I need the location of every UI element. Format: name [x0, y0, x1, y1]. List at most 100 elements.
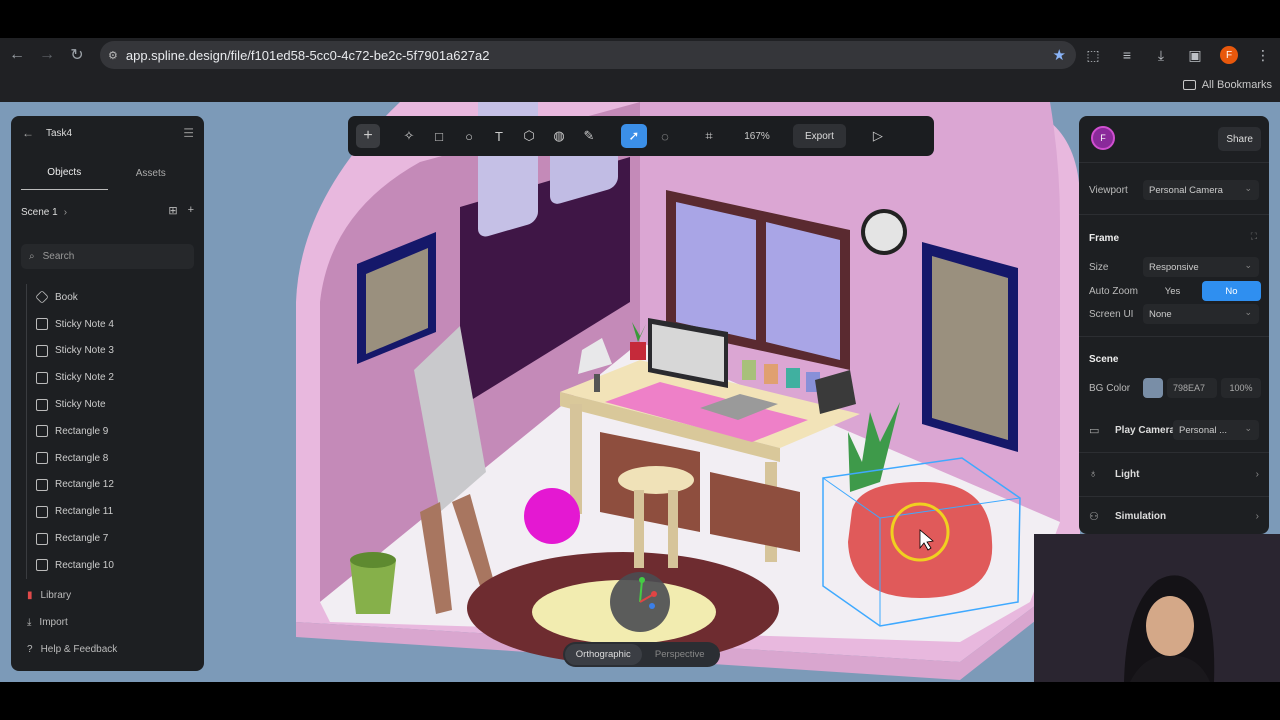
grid-icon[interactable]: ⊞	[168, 204, 177, 217]
download-icon[interactable]: ⤓	[1144, 38, 1178, 72]
cube-tool-icon[interactable]: ⬡	[517, 124, 541, 148]
site-info-icon[interactable]: ⚙	[108, 49, 118, 62]
list-item[interactable]: Sticky Note 2	[23, 364, 193, 391]
swatch-3	[786, 368, 800, 388]
list-item[interactable]: Rectangle 7	[23, 525, 193, 552]
search-input[interactable]: ⌕ Search	[21, 244, 194, 269]
viewport-select[interactable]: Personal Camera ⌄	[1143, 180, 1259, 200]
swatch-1	[742, 360, 756, 380]
frame-resize-icon[interactable]: ⛶	[1251, 231, 1257, 242]
text-tool-icon[interactable]: T	[487, 124, 511, 148]
list-item[interactable]: Sticky Note 4	[23, 310, 193, 338]
scene-label: Scene 1	[21, 206, 58, 218]
list-item[interactable]: Rectangle 8	[23, 444, 193, 472]
play-icon[interactable]: ▷	[866, 124, 890, 148]
library-icon: ▮	[27, 589, 33, 601]
list-item[interactable]: Sticky Note 3	[23, 337, 193, 365]
orthographic-option[interactable]: Orthographic	[565, 644, 642, 665]
bg-opacity-input[interactable]: 100%	[1221, 378, 1261, 398]
pen-tool-icon[interactable]: ✎	[577, 124, 601, 148]
bookmarks-bar: All Bookmarks	[0, 72, 1280, 102]
left-panel: ← Task4 ☰ Objects Assets Scene 1 › ⊞ + ⌕…	[11, 116, 204, 671]
profile-avatar[interactable]: F	[1212, 38, 1246, 72]
file-name[interactable]: Task4	[46, 128, 72, 139]
play-camera-select[interactable]: Personal ... ⌄	[1173, 420, 1259, 440]
rectangle-icon	[36, 425, 48, 438]
sphere-tool-icon[interactable]: ◍	[547, 124, 571, 148]
help-link[interactable]: ? Help & Feedback	[27, 640, 197, 658]
bookmark-star-icon[interactable]: ★	[1053, 46, 1066, 64]
add-icon[interactable]: +	[188, 204, 194, 217]
perspective-option[interactable]: Perspective	[642, 644, 719, 665]
import-label: Import	[39, 616, 68, 628]
all-bookmarks[interactable]: All Bookmarks	[1182, 79, 1272, 91]
media-icon[interactable]: ≡	[1110, 38, 1144, 72]
auto-zoom-toggle: Yes No	[1143, 281, 1261, 301]
url-text: app.spline.design/file/f101ed58-5cc0-4c7…	[125, 47, 490, 63]
object-label: Sticky Note 2	[55, 372, 114, 384]
export-button[interactable]: Export	[793, 124, 846, 148]
size-label: Size	[1089, 261, 1109, 273]
add-object-button[interactable]: +	[356, 124, 380, 148]
list-item[interactable]: Rectangle 10	[23, 551, 193, 579]
rectangle-icon	[36, 452, 48, 465]
more-menu-icon[interactable]: ⋮	[1246, 38, 1280, 72]
browser-toolbar: ← → ↻ ⚙ app.spline.design/file/f101ed58-…	[0, 38, 1280, 72]
auto-zoom-yes[interactable]: Yes	[1143, 281, 1202, 301]
auto-zoom-no[interactable]: No	[1202, 281, 1261, 301]
scene-selector[interactable]: Scene 1 › ⊞ +	[21, 202, 194, 222]
select-tool-icon[interactable]: ➚	[621, 124, 647, 148]
left-panel-header: ← Task4 ☰	[11, 116, 204, 150]
list-item[interactable]: Rectangle 11	[23, 498, 193, 525]
import-link[interactable]: ⤓ Import	[27, 613, 197, 631]
share-button[interactable]: Share	[1218, 127, 1261, 151]
clock-face	[865, 213, 903, 251]
object-label: Sticky Note 4	[55, 318, 114, 330]
gizmo-y-dot	[639, 577, 645, 583]
simulation-section[interactable]: ⚇ Simulation ›	[1089, 506, 1261, 526]
reload-icon[interactable]: ↻	[62, 40, 92, 70]
comment-icon[interactable]: ◌	[653, 124, 677, 148]
forward-icon[interactable]: →	[32, 40, 62, 70]
address-bar[interactable]: ⚙ app.spline.design/file/f101ed58-5cc0-4…	[100, 41, 1076, 69]
list-item[interactable]: Sticky Note	[23, 391, 193, 418]
zoom-level[interactable]: 167%	[727, 124, 787, 148]
help-label: Help & Feedback	[40, 643, 118, 655]
bottom-letterbox	[0, 682, 1280, 720]
divider	[1079, 496, 1269, 497]
list-item[interactable]: Book	[23, 284, 193, 311]
sidepanel-icon[interactable]: ▣	[1178, 38, 1212, 72]
tab-objects[interactable]: Objects	[21, 156, 108, 190]
chevron-down-icon: ⌄	[1244, 183, 1252, 193]
size-value: Responsive	[1149, 261, 1199, 273]
rectangle-tool-icon[interactable]: □	[427, 124, 451, 148]
frame-camera-icon[interactable]: ⌗	[697, 124, 721, 148]
tab-assets[interactable]: Assets	[108, 156, 195, 190]
ai-sparkle-icon[interactable]: ✧	[397, 124, 421, 148]
hamburger-menu-icon[interactable]: ☰	[183, 126, 194, 140]
gizmo-x-dot	[651, 591, 657, 597]
bg-color-swatch[interactable]	[1143, 378, 1163, 398]
screen: ← → ↻ ⚙ app.spline.design/file/f101ed58-…	[0, 0, 1280, 720]
ellipse-tool-icon[interactable]: ○	[457, 124, 481, 148]
back-icon[interactable]: ←	[2, 40, 32, 70]
light-section[interactable]: ♁ Light ›	[1089, 464, 1261, 484]
bg-color-hex-input[interactable]: 798EA7	[1167, 378, 1217, 398]
screen-ui-select[interactable]: None ⌄	[1143, 304, 1259, 324]
back-arrow-icon[interactable]: ←	[22, 126, 34, 140]
cube-icon	[35, 290, 49, 305]
lightbulb-icon: ♁	[1089, 468, 1098, 480]
user-avatar[interactable]: F	[1091, 126, 1115, 150]
object-label: Rectangle 9	[55, 425, 109, 437]
rectangle-icon	[36, 318, 48, 331]
window-pane-left	[676, 202, 756, 340]
divider	[1079, 336, 1269, 337]
list-item[interactable]: Rectangle 12	[23, 471, 193, 499]
list-item[interactable]: Rectangle 9	[23, 417, 193, 445]
divider	[1079, 214, 1269, 215]
play-camera-value: Personal ...	[1179, 424, 1228, 436]
rectangle-icon	[36, 371, 48, 384]
library-link[interactable]: ▮ Library	[27, 586, 197, 604]
size-select[interactable]: Responsive ⌄	[1143, 257, 1259, 277]
extensions-icon[interactable]: ⬚	[1076, 38, 1110, 72]
